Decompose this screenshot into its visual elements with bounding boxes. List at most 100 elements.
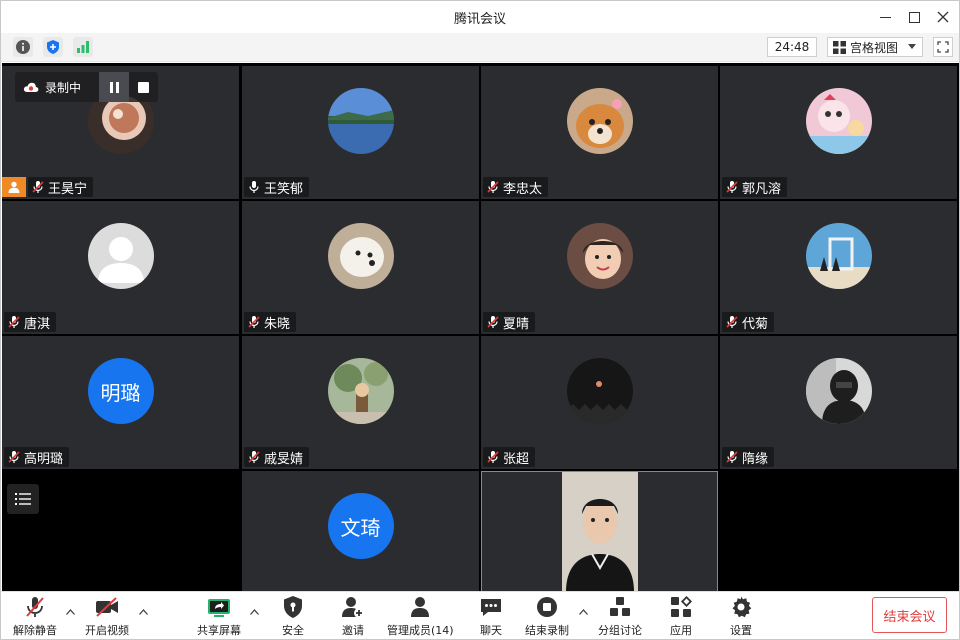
fullscreen-icon xyxy=(937,41,949,53)
participant-name: 李忠太 xyxy=(503,181,543,197)
video-options-caret[interactable] xyxy=(137,606,149,618)
network-status-button[interactable] xyxy=(73,37,93,57)
empty-tile xyxy=(2,471,239,604)
chat-label: 聊天 xyxy=(480,624,502,637)
grid-view-icon xyxy=(833,40,846,54)
participant-avatar: 文琦 xyxy=(327,493,394,559)
pause-recording-button[interactable] xyxy=(99,72,129,102)
participant-nametag: 唐淇 xyxy=(4,312,57,332)
share-options-caret[interactable] xyxy=(248,606,260,618)
title-bar: 腾讯会议 xyxy=(1,1,959,33)
end-meeting-button[interactable]: 结束会议 xyxy=(872,597,947,633)
mic-muted-icon xyxy=(726,181,738,193)
security-button[interactable]: 安全 xyxy=(280,595,306,639)
participant-avatar xyxy=(805,88,872,154)
mic-muted-icon xyxy=(8,451,20,463)
share-screen-button[interactable]: 共享屏幕 xyxy=(197,595,241,639)
participant-nametag: 张超 xyxy=(483,447,536,467)
participant-nametag: 戚旻婧 xyxy=(244,447,310,467)
participant-nametag: 夏晴 xyxy=(483,312,536,332)
apps-label: 应用 xyxy=(670,624,692,637)
chevron-up-icon xyxy=(578,609,588,615)
caret-down-icon xyxy=(908,44,917,49)
security-status-button[interactable] xyxy=(43,37,63,57)
start-video-label: 开启视频 xyxy=(85,624,129,637)
participant-name: 郭凡溶 xyxy=(742,181,782,197)
maximize-button[interactable] xyxy=(900,5,928,29)
participant-avatar xyxy=(566,358,633,424)
mic-muted-icon xyxy=(487,181,499,193)
unmute-button[interactable]: 解除静音 xyxy=(13,595,57,639)
participant-tile[interactable]: 戚旻婧 xyxy=(242,336,479,469)
breakout-rooms-label: 分组讨论 xyxy=(598,624,642,637)
unmute-label: 解除静音 xyxy=(13,624,57,637)
minimize-button[interactable] xyxy=(871,5,899,29)
close-button[interactable] xyxy=(929,5,957,29)
manage-members-button[interactable]: 管理成员(14) xyxy=(387,595,454,639)
participant-tile[interactable]: 代菊 xyxy=(720,201,957,334)
participant-list-button[interactable] xyxy=(7,484,39,514)
participant-nametag: 朱晓 xyxy=(244,312,297,332)
settings-label: 设置 xyxy=(730,624,752,637)
participant-avatar xyxy=(327,88,394,154)
participant-tile[interactable]: 文琦 xyxy=(242,471,479,604)
window-title: 腾讯会议 xyxy=(453,12,506,27)
participant-tile[interactable]: 郭凡溶 xyxy=(720,66,957,199)
settings-button[interactable]: 设置 xyxy=(728,595,754,639)
apps-button[interactable]: 应用 xyxy=(668,595,694,639)
gear-icon xyxy=(732,596,752,618)
stop-recording-main-button[interactable]: 结束录制 xyxy=(525,595,569,639)
list-icon xyxy=(15,493,31,505)
participant-tile[interactable]: 明璐 高明璐 xyxy=(2,336,239,469)
participant-tile[interactable]: 隋缘 xyxy=(720,336,957,469)
participant-name: 王昊宁 xyxy=(48,181,88,197)
shield-icon xyxy=(47,40,59,54)
breakout-rooms-button[interactable]: 分组讨论 xyxy=(598,595,642,639)
record-options-caret[interactable] xyxy=(577,606,589,618)
participant-tile[interactable]: 录制中 王昊宁 xyxy=(2,66,239,199)
start-video-button[interactable]: 开启视频 xyxy=(85,595,129,639)
participant-name: 夏晴 xyxy=(503,316,530,332)
fullscreen-button[interactable] xyxy=(933,37,953,57)
mic-muted-icon xyxy=(726,451,738,463)
self-video-tile[interactable] xyxy=(481,471,718,604)
participant-tile[interactable]: 王笑郁 xyxy=(242,66,479,199)
host-person-icon xyxy=(8,181,20,193)
audio-options-caret[interactable] xyxy=(64,606,76,618)
participant-nametag: 王昊宁 xyxy=(28,177,94,197)
apps-icon xyxy=(671,595,693,617)
stop-recording-button[interactable] xyxy=(129,72,158,102)
invite-label: 邀请 xyxy=(342,624,364,637)
share-screen-icon xyxy=(208,599,230,617)
participant-avatar: 明璐 xyxy=(87,358,154,424)
video-grid: 录制中 王昊宁 王笑郁 李忠太 郭凡溶 唐淇 朱晓 夏晴 代菊 明璐 高明璐 戚… xyxy=(2,63,959,604)
participant-tile[interactable]: 朱晓 xyxy=(242,201,479,334)
participant-tile[interactable]: 李忠太 xyxy=(481,66,718,199)
add-user-icon xyxy=(342,597,364,618)
invite-button[interactable]: 邀请 xyxy=(340,595,366,639)
participant-name: 唐淇 xyxy=(24,316,51,332)
meeting-controls: 解除静音 开启视频 共享屏幕 安全 邀请 管理成员(14) 聊天 结束录制 分组… xyxy=(1,591,959,639)
view-mode-dropdown[interactable]: 宫格视图 xyxy=(827,37,923,57)
chat-button[interactable]: 聊天 xyxy=(478,595,504,639)
chevron-up-icon xyxy=(138,609,148,615)
participant-nametag: 隋缘 xyxy=(722,447,775,467)
manage-members-label: 管理成员(14) xyxy=(387,624,454,637)
close-icon xyxy=(937,11,949,23)
mic-muted-icon xyxy=(487,451,499,463)
mic-muted-icon xyxy=(26,597,44,617)
meeting-info-button[interactable] xyxy=(13,37,33,57)
meeting-window: 腾讯会议 24:48 宫格视图 录制中 王昊宁 王笑郁 李忠太 郭凡溶 唐淇 朱… xyxy=(0,0,960,640)
cloud-record-icon xyxy=(23,82,39,92)
participant-name: 隋缘 xyxy=(742,451,769,467)
mic-muted-icon xyxy=(487,316,499,328)
mic-muted-icon xyxy=(726,316,738,328)
share-screen-label: 共享屏幕 xyxy=(197,624,241,637)
participant-nametag: 郭凡溶 xyxy=(722,177,788,197)
participant-tile[interactable]: 唐淇 xyxy=(2,201,239,334)
participant-tile[interactable]: 张超 xyxy=(481,336,718,469)
recording-indicator: 录制中 xyxy=(15,72,158,102)
participant-tile[interactable]: 夏晴 xyxy=(481,201,718,334)
stop-record-icon xyxy=(537,597,557,617)
mic-on-icon xyxy=(249,181,259,193)
